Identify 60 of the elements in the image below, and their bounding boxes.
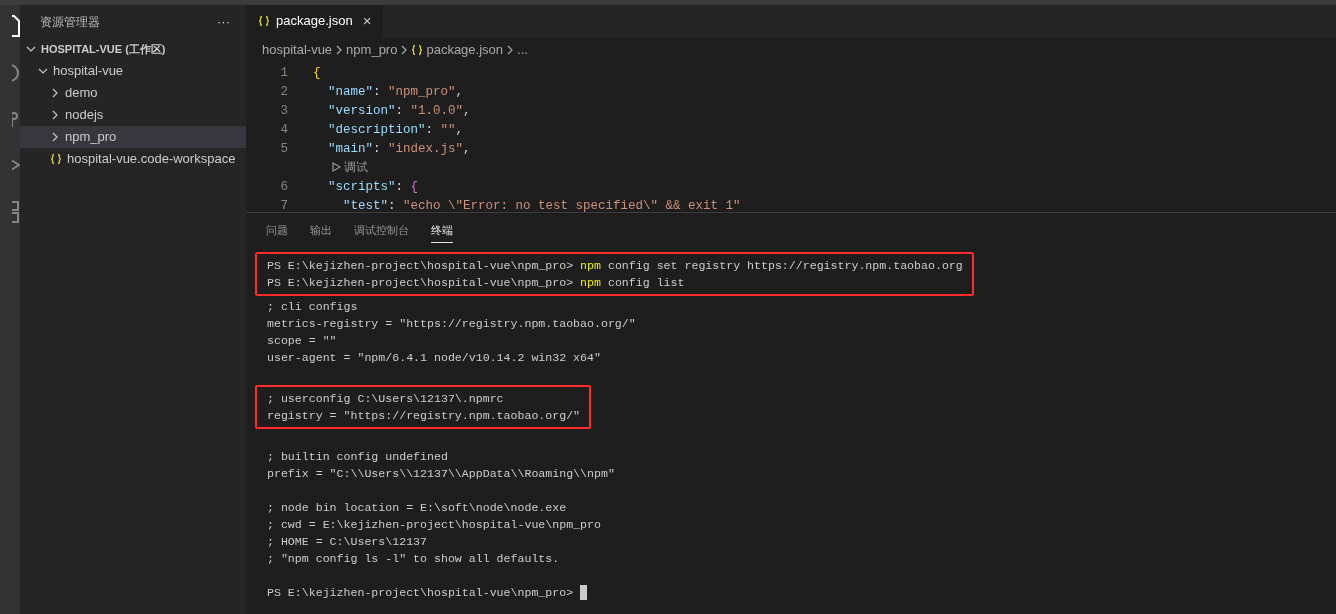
line-number: 4 [279,122,288,139]
line-number: 2 [279,84,288,101]
play-icon [332,161,341,172]
chevron-down-icon [26,44,36,54]
close-button[interactable]: × [362,9,372,33]
breadcrumb-item[interactable]: package.json [426,39,504,60]
line-number: 7 [279,198,288,212]
tree-item[interactable]: hospital-vue [20,60,246,82]
breadcrumb-item[interactable]: npm_pro [346,39,398,60]
code-line: "version": "1.0.0", [327,103,471,120]
chevron-right-icon [335,44,344,55]
chevron-down-icon [38,66,48,76]
terminal-line: ; cwd = E:\kejizhen-project\hospital-vue\npm_pro [267,517,602,533]
breadcrumb-item[interactable]: hospital-vue [262,39,333,60]
code-line: "description": "", [327,122,464,139]
line-number: 6 [279,179,288,196]
terminal-line: metrics-registry = "https://registry.npm.taobao.org/" [267,316,636,332]
code-line: "main": "index.js", [327,141,471,158]
line-number: 3 [279,103,288,120]
terminal-line: prefix = "C:\\Users\\12137\\AppData\\Roaming\\npm" [267,466,615,482]
tree-item[interactable]: nodejs [20,104,246,126]
terminal-line: ; node bin location = E:\soft\node\node.exe [267,500,568,516]
tree-item[interactable]: npm_pro [20,126,246,148]
chevron-right-icon [50,132,60,142]
chevron-right-icon [50,88,60,98]
terminal-line: scope = "" [267,333,338,349]
terminal-line: ; cli configs [267,299,359,315]
terminal-line: PS E:\kejizhen-project\hospital-vue\npm_pro> [267,585,575,601]
panel-tab[interactable]: 终端 [431,217,453,244]
more-button[interactable]: ··· [217,15,230,28]
code-line: { [313,65,321,82]
terminal-line: PS E:\kejizhen-project\hospital-vue\npm_pro> npm config list [267,275,686,291]
terminal-line: user-agent = "npm/6.4.1 node/v10.14.2 win32 x64" [267,350,602,366]
terminal-line: ; userconfig C:\Users\12137\.npmrc [267,391,505,407]
chevron-right-icon [400,44,409,55]
terminal-line: registry = "https://registry.npm.taobao.org/" [267,408,581,424]
code-line: "test": "echo \"Error: no test specified\" && exit 1" [342,198,741,212]
editor-tab[interactable]: package.json × [246,5,384,37]
chevron-right-icon [506,44,515,55]
terminal-line: PS E:\kejizhen-project\hospital-vue\npm_pro> npm config set registry https://registry.npm.taobao.org [267,258,963,274]
sidebar-title: 资源管理器 [40,13,100,31]
codelens-link[interactable]: 调试 [344,157,368,176]
chevron-right-icon [50,110,60,120]
tree-item[interactable]: HOSPITAL-VUE (工作区) [20,38,246,60]
line-number: 1 [279,65,288,82]
terminal-line: ; builtin config undefined [267,449,449,465]
tree-item[interactable]: hospital-vue.code-workspace [20,148,246,170]
json-braces-icon [50,153,62,165]
panel-tab[interactable]: 调试控制台 [354,217,409,244]
line-number: 5 [279,141,288,158]
panel-tab[interactable]: 问题 [266,217,288,244]
panel-tab[interactable]: 输出 [310,217,332,244]
code-line: "name": "npm_pro", [327,84,464,101]
breadcrumb-item[interactable]: ... [517,39,528,60]
code-line: "scripts": { [327,179,419,196]
json-braces-icon [411,43,424,56]
terminal-line: ; "npm config ls -l" to show all defaults. [267,551,561,567]
terminal-line: ; HOME = C:\Users\12137 [267,534,429,550]
tree-item[interactable]: demo [20,82,246,104]
json-braces-icon [258,15,270,27]
